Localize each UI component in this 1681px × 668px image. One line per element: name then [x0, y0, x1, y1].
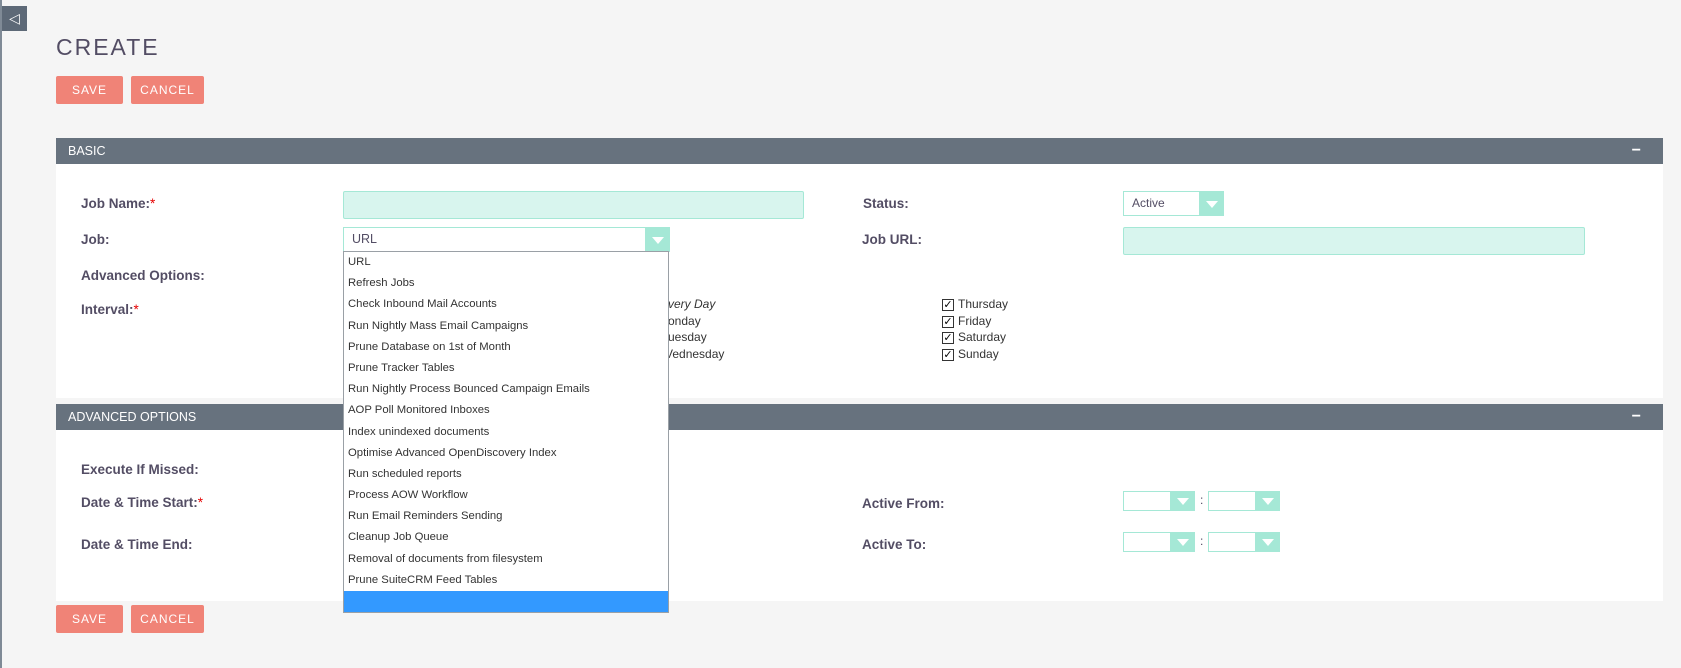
dropdown-option[interactable]: Run Nightly Mass Email Campaigns [344, 316, 668, 337]
chevron-down-icon [1170, 533, 1194, 551]
advanced-panel-body: Execute If Missed: Date & Time Start:* D… [56, 430, 1663, 601]
dropdown-option[interactable]: Run scheduled reports [344, 464, 668, 485]
dropdown-option[interactable]: Check Inbound Mail Accounts [344, 294, 668, 315]
job-dropdown-list[interactable]: URL Refresh Jobs Check Inbound Mail Acco… [343, 251, 669, 613]
dropdown-option[interactable]: Cleanup Job Queue [344, 527, 668, 548]
dropdown-option[interactable]: Run Nightly Process Bounced Campaign Ema… [344, 379, 668, 400]
chevron-down-icon [1255, 492, 1279, 510]
sunday-checkbox[interactable]: ✓ [942, 349, 954, 361]
left-rail [0, 0, 2, 668]
chevron-down-icon [645, 228, 669, 251]
dropdown-option[interactable]: Process AOW Workflow [344, 485, 668, 506]
job-url-input[interactable] [1123, 227, 1585, 255]
basic-panel-body: Job Name:* Job: URL Advanced Options: In… [56, 164, 1663, 398]
dropdown-option[interactable]: Prune Database on 1st of Month [344, 337, 668, 358]
job-label: Job: [81, 232, 110, 247]
collapse-icon[interactable]: − [1632, 138, 1641, 164]
sunday-label: Sunday [958, 347, 999, 361]
dropdown-option[interactable]: Refresh Jobs [344, 273, 668, 294]
chevron-down-icon [1199, 192, 1223, 215]
collapse-icon[interactable]: − [1632, 404, 1641, 430]
job-url-label: Job URL: [862, 232, 922, 247]
time-separator: : [1200, 493, 1204, 507]
active-to-label: Active To: [862, 537, 927, 552]
active-to-hour-select[interactable] [1123, 532, 1195, 552]
active-from-minute-select[interactable] [1208, 491, 1280, 511]
dropdown-option[interactable]: AOP Poll Monitored Inboxes [344, 400, 668, 421]
dropdown-option[interactable]: Prune Tracker Tables [344, 358, 668, 379]
wednesday-label: Vednesday [665, 347, 725, 361]
advanced-options-label: Advanced Options: [81, 268, 205, 283]
time-separator: : [1200, 534, 1204, 548]
date-time-end-label: Date & Time End: [81, 537, 193, 552]
status-label: Status: [863, 196, 909, 211]
date-time-start-label: Date & Time Start:* [81, 495, 204, 510]
execute-if-missed-label: Execute If Missed: [81, 462, 199, 477]
dropdown-option-highlighted[interactable] [344, 591, 668, 613]
cancel-button-bottom[interactable]: CANCEL [131, 605, 204, 633]
job-select[interactable]: URL [343, 227, 670, 252]
friday-label: Friday [958, 314, 992, 328]
basic-panel-header[interactable]: BASIC − [56, 138, 1663, 164]
thursday-checkbox[interactable]: ✓ [942, 299, 954, 311]
chevron-down-icon [1170, 492, 1194, 510]
interval-label: Interval:* [81, 302, 139, 317]
advanced-panel-title: ADVANCED OPTIONS [68, 410, 197, 424]
page-title: CREATE [56, 34, 160, 60]
saturday-checkbox[interactable]: ✓ [942, 332, 954, 344]
tuesday-label: uesday [668, 330, 707, 344]
active-to-minute-select[interactable] [1208, 532, 1280, 552]
dropdown-option[interactable]: Prune SuiteCRM Feed Tables [344, 570, 668, 591]
dropdown-option[interactable]: Optimise Advanced OpenDiscovery Index [344, 443, 668, 464]
advanced-panel-header[interactable]: ADVANCED OPTIONS − [56, 404, 1663, 430]
status-select[interactable]: Active [1123, 191, 1224, 216]
job-name-input[interactable] [343, 191, 804, 219]
active-from-label: Active From: [862, 496, 945, 511]
save-button-bottom[interactable]: SAVE [56, 605, 123, 633]
basic-panel-title: BASIC [68, 144, 106, 158]
friday-checkbox[interactable]: ✓ [942, 316, 954, 328]
dropdown-option[interactable]: URL [344, 252, 668, 273]
job-name-label: Job Name:* [81, 196, 156, 211]
active-from-hour-select[interactable] [1123, 491, 1195, 511]
save-button-top[interactable]: SAVE [56, 76, 123, 104]
dropdown-option[interactable]: Removal of documents from filesystem [344, 549, 668, 570]
saturday-label: Saturday [958, 330, 1007, 344]
sidebar-toggle-icon[interactable]: ◁ [2, 6, 27, 31]
monday-label: onday [668, 314, 701, 328]
chevron-down-icon [1255, 533, 1279, 551]
dropdown-option[interactable]: Index unindexed documents [344, 422, 668, 443]
dropdown-option[interactable]: Run Email Reminders Sending [344, 506, 668, 527]
every-day-label: very Day [668, 297, 716, 311]
thursday-label: Thursday [958, 297, 1009, 311]
cancel-button-top[interactable]: CANCEL [131, 76, 204, 104]
